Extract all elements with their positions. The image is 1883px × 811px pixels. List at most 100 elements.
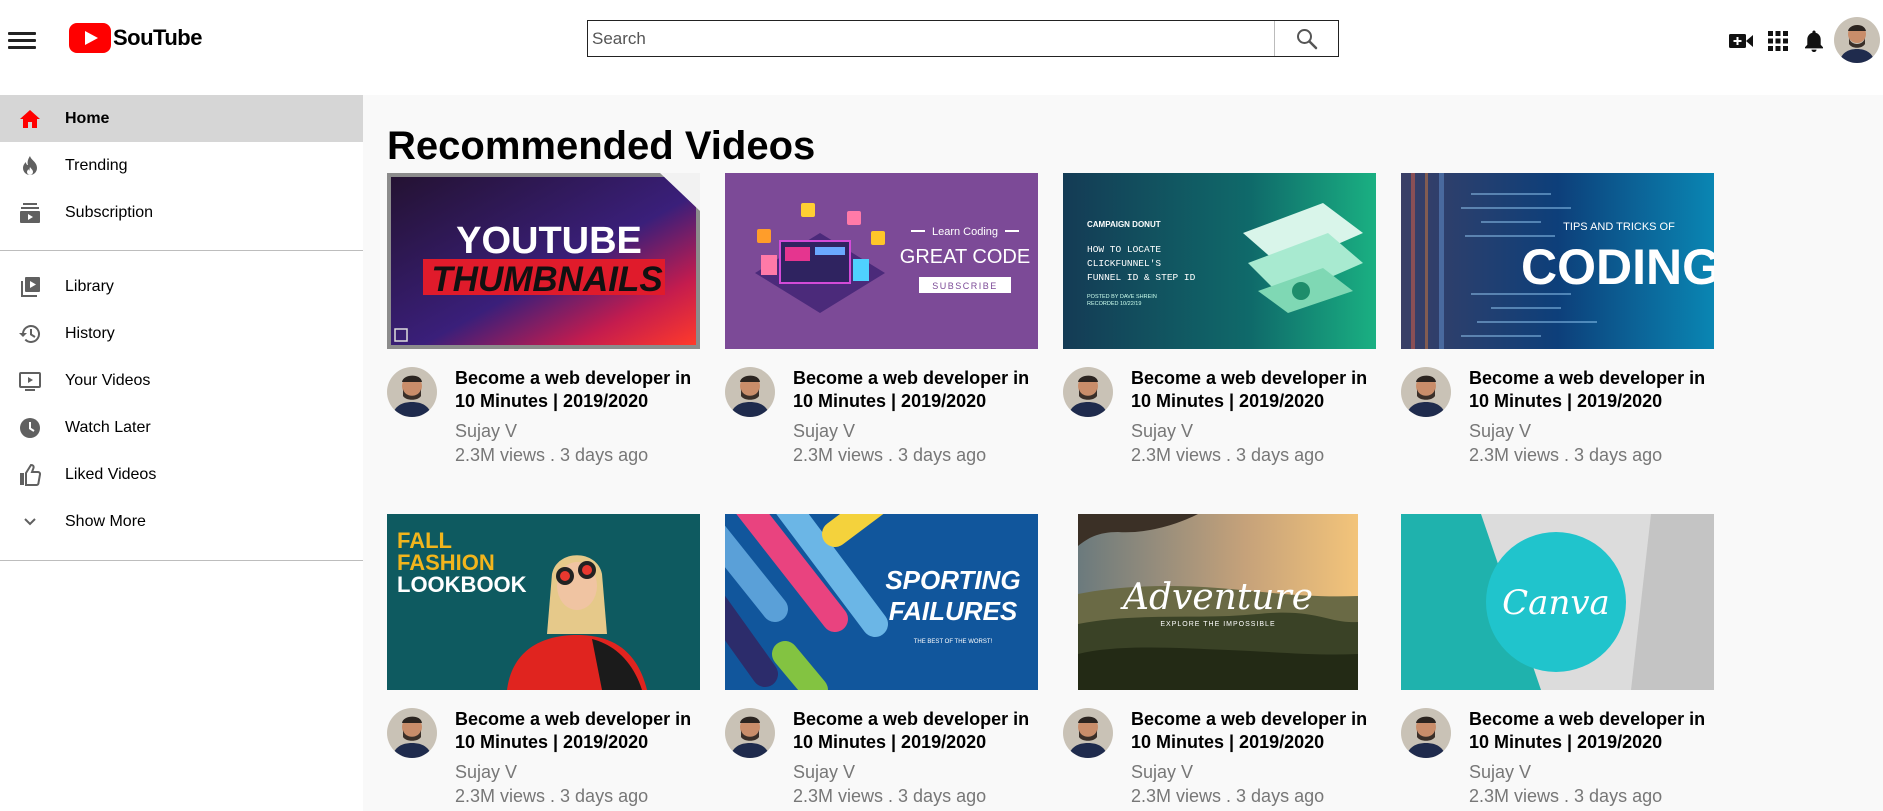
thumb-line: THUMBNAILS bbox=[431, 260, 662, 299]
sidebar-item-show-more[interactable]: Show More bbox=[0, 498, 363, 545]
video-stats: 2.3M views . 3 days ago bbox=[1131, 445, 1325, 465]
sidebar-item-label: Liked Videos bbox=[65, 465, 157, 483]
sidebar-item-your-videos[interactable]: Your Videos bbox=[0, 357, 363, 404]
channel-avatar[interactable] bbox=[1401, 708, 1451, 758]
thumb-line: EXPLORE THE IMPOSSIBLE bbox=[1160, 621, 1275, 628]
video-title[interactable]: Become a web developer in 10 Minutes | 2… bbox=[1131, 367, 1376, 413]
channel-name[interactable]: Sujay V bbox=[455, 762, 517, 783]
notifications-bell-icon[interactable] bbox=[1800, 27, 1828, 55]
video-thumbnail[interactable]: CAMPAIGN DONUT HOW TO LOCATE CLICKFUNNEL… bbox=[1063, 173, 1376, 349]
video-card[interactable]: FALL FASHION LOOKBOOK Become a web devel… bbox=[387, 514, 700, 806]
logo-text: SouTube bbox=[113, 25, 202, 50]
thumb-line: FAILURES bbox=[889, 596, 1018, 626]
video-title[interactable]: Become a web developer in 10 Minutes | 2… bbox=[1469, 367, 1714, 413]
video-title[interactable]: Become a web developer in 10 Minutes | 2… bbox=[793, 708, 1038, 754]
video-card[interactable]: Adventure EXPLORE THE IMPOSSIBLE Become … bbox=[1063, 514, 1376, 806]
play-logo-icon bbox=[69, 23, 111, 53]
sidebar-item-label: Your Videos bbox=[65, 371, 151, 389]
video-title[interactable]: Become a web developer in 10 Minutes | 2… bbox=[1131, 708, 1376, 754]
video-thumbnail[interactable]: YOUTUBE THUMBNAILS bbox=[387, 173, 700, 349]
video-stats: 2.3M views . 3 days ago bbox=[793, 445, 987, 465]
video-card[interactable]: TIPS AND TRICKS OF CODING Become a web d… bbox=[1401, 173, 1714, 465]
sidebar-item-subscription[interactable]: Subscription bbox=[0, 189, 363, 236]
flame-icon bbox=[18, 154, 42, 178]
create-video-icon[interactable] bbox=[1727, 27, 1755, 55]
video-card[interactable]: Learn Coding GREAT CODE SUBSCRIBE Become… bbox=[725, 173, 1038, 465]
thumb-line: SUBSCRIBE bbox=[932, 281, 998, 291]
thumb-line: HOW TO LOCATE bbox=[1087, 244, 1161, 255]
thumb-line: CODING bbox=[1521, 239, 1714, 295]
thumb-line: Adventure bbox=[1120, 577, 1313, 618]
video-thumbnail[interactable]: Learn Coding GREAT CODE SUBSCRIBE bbox=[725, 173, 1038, 349]
sidebar-item-home[interactable]: Home bbox=[0, 95, 363, 142]
your-videos-icon bbox=[18, 369, 42, 393]
thumb-line: POSTED BY DAVE SHREIN bbox=[1087, 294, 1157, 300]
subscriptions-icon bbox=[18, 201, 42, 225]
channel-avatar[interactable] bbox=[387, 708, 437, 758]
video-stats: 2.3M views . 3 days ago bbox=[455, 445, 649, 465]
video-thumbnail[interactable]: FALL FASHION LOOKBOOK bbox=[387, 514, 700, 690]
channel-name[interactable]: Sujay V bbox=[455, 421, 517, 442]
video-title[interactable]: Become a web developer in 10 Minutes | 2… bbox=[455, 367, 700, 413]
channel-avatar[interactable] bbox=[387, 367, 437, 417]
video-card[interactable]: Canva Become a web developer in 10 Minut… bbox=[1401, 514, 1714, 806]
video-title[interactable]: Become a web developer in 10 Minutes | 2… bbox=[455, 708, 700, 754]
sidebar-item-label: Show More bbox=[65, 512, 146, 530]
video-card[interactable]: CAMPAIGN DONUT HOW TO LOCATE CLICKFUNNEL… bbox=[1063, 173, 1376, 465]
thumbs-up-icon bbox=[18, 463, 42, 487]
sidebar-item-label: History bbox=[65, 324, 115, 342]
video-card[interactable]: SPORTING FAILURES THE BEST OF THE WORST!… bbox=[725, 514, 1038, 806]
thumb-line: CLICKFUNNEL'S bbox=[1087, 258, 1161, 269]
channel-avatar[interactable] bbox=[1063, 708, 1113, 758]
search-icon bbox=[1296, 28, 1317, 49]
hamburger-menu-icon[interactable] bbox=[8, 28, 36, 52]
video-thumbnail[interactable]: SPORTING FAILURES THE BEST OF THE WORST! bbox=[725, 514, 1038, 690]
search-button[interactable] bbox=[1274, 21, 1338, 56]
logo[interactable]: SouTube bbox=[69, 23, 202, 53]
sidebar-item-label: Trending bbox=[65, 156, 128, 174]
video-stats: 2.3M views . 3 days ago bbox=[793, 786, 987, 806]
channel-avatar[interactable] bbox=[725, 708, 775, 758]
thumb-line: LOOKBOOK bbox=[397, 572, 527, 597]
search-input[interactable] bbox=[588, 21, 1274, 56]
video-title[interactable]: Become a web developer in 10 Minutes | 2… bbox=[793, 367, 1038, 413]
thumb-line: FUNNEL ID & STEP ID bbox=[1087, 272, 1196, 283]
sidebar-item-trending[interactable]: Trending bbox=[0, 142, 363, 189]
sidebar-item-library[interactable]: Library bbox=[0, 263, 363, 310]
sidebar-item-label: Watch Later bbox=[65, 418, 151, 436]
thumb-line: TIPS AND TRICKS OF bbox=[1563, 221, 1675, 233]
video-stats: 2.3M views . 3 days ago bbox=[1131, 786, 1325, 806]
video-thumbnail[interactable]: TIPS AND TRICKS OF CODING bbox=[1401, 173, 1714, 349]
sidebar: Home Trending Subscription Library Histo… bbox=[0, 95, 363, 811]
clock-icon bbox=[18, 416, 42, 440]
top-bar: SouTube bbox=[0, 0, 1883, 95]
sidebar-item-watch-later[interactable]: Watch Later bbox=[0, 404, 363, 451]
channel-name[interactable]: Sujay V bbox=[793, 762, 855, 783]
user-avatar[interactable] bbox=[1834, 17, 1880, 63]
channel-name[interactable]: Sujay V bbox=[1131, 421, 1193, 442]
channel-name[interactable]: Sujay V bbox=[1469, 762, 1531, 783]
video-title[interactable]: Become a web developer in 10 Minutes | 2… bbox=[1469, 708, 1714, 754]
video-stats: 2.3M views . 3 days ago bbox=[1469, 786, 1663, 806]
thumb-line: THE BEST OF THE WORST! bbox=[914, 639, 993, 645]
sidebar-divider bbox=[0, 560, 363, 561]
video-card[interactable]: YOUTUBE THUMBNAILS Become a web develope… bbox=[387, 173, 700, 465]
apps-grid-icon[interactable] bbox=[1764, 27, 1792, 55]
channel-name[interactable]: Sujay V bbox=[1469, 421, 1531, 442]
sidebar-item-label: Subscription bbox=[65, 203, 154, 221]
thumb-line: RECORDED 10/22/19 bbox=[1087, 301, 1141, 307]
thumb-line: Learn Coding bbox=[932, 226, 998, 238]
channel-avatar[interactable] bbox=[725, 367, 775, 417]
channel-name[interactable]: Sujay V bbox=[793, 421, 855, 442]
channel-avatar[interactable] bbox=[1401, 367, 1451, 417]
thumb-line: CAMPAIGN DONUT bbox=[1087, 220, 1161, 229]
main-content: Recommended Videos YOUTUBE THUMBNAILS Be… bbox=[363, 95, 1883, 811]
channel-name[interactable]: Sujay V bbox=[1131, 762, 1193, 783]
channel-avatar[interactable] bbox=[1063, 367, 1113, 417]
video-thumbnail[interactable]: Canva bbox=[1401, 514, 1714, 690]
sidebar-item-liked-videos[interactable]: Liked Videos bbox=[0, 451, 363, 498]
video-thumbnail[interactable]: Adventure EXPLORE THE IMPOSSIBLE bbox=[1063, 514, 1376, 690]
thumb-line: SPORTING bbox=[885, 565, 1020, 595]
video-stats: 2.3M views . 3 days ago bbox=[1469, 445, 1663, 465]
sidebar-item-history[interactable]: History bbox=[0, 310, 363, 357]
